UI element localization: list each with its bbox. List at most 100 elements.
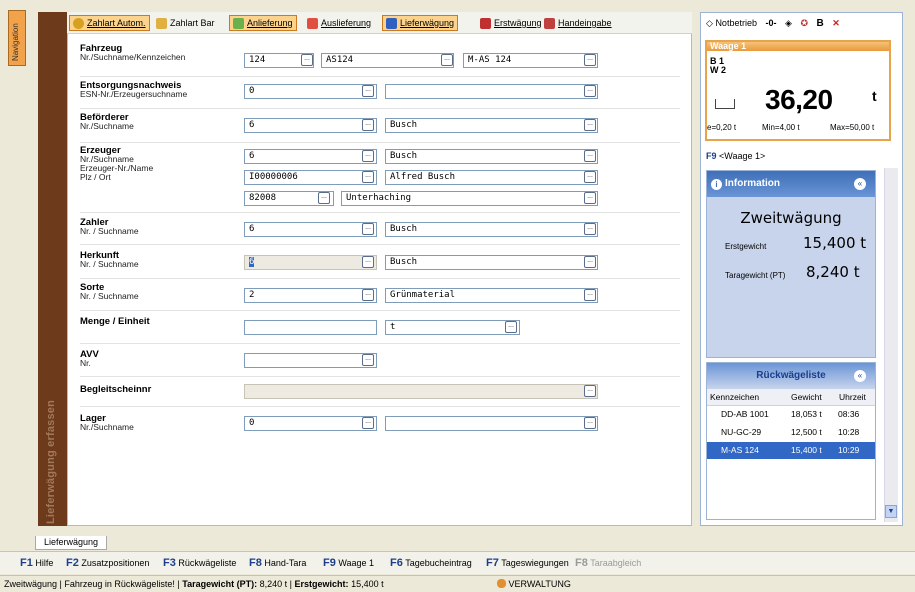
zahler-name-lookup-button[interactable]: ... [584, 223, 596, 235]
delivery-in-icon [233, 17, 244, 29]
lager-nr-lookup-button[interactable]: ... [362, 417, 374, 429]
lager-nr-field[interactable]: 0 [244, 416, 377, 431]
fahrzeug-nr-lookup-button[interactable]: ... [301, 54, 313, 66]
einheit-field[interactable]: t [385, 320, 520, 335]
divider [80, 212, 680, 213]
information-header[interactable]: Information [707, 171, 875, 197]
tare-icon[interactable]: ◈ [785, 18, 792, 28]
lieferwaegung-button[interactable]: Lieferwägung [382, 15, 459, 31]
sorte-name-field[interactable]: Grünmaterial [385, 288, 598, 303]
zahlart-autom-button[interactable]: Zahlart Autom. [69, 15, 150, 31]
erzeuger-erz-name-lookup-button[interactable]: ... [584, 171, 596, 183]
erzeuger-erz-nr-field[interactable]: I00000006 [244, 170, 377, 185]
f2-zusatzpositionen-button[interactable]: F2 Zusatzpositionen [66, 557, 149, 569]
navigation-label: Navigation [11, 23, 20, 61]
table-row[interactable]: M-AS 124 15,400 t 10:29 [707, 442, 875, 459]
befoerderer-label: Beförderer Nr./Suchname [80, 112, 134, 131]
divider [80, 406, 680, 407]
erzeuger-name-lookup-button[interactable]: ... [584, 150, 596, 162]
cancel-icon[interactable]: ✕ [832, 18, 840, 28]
f8-hand-tara-button[interactable]: F8 Hand-Tara [249, 557, 306, 569]
zero-icon[interactable]: -0- [765, 18, 776, 28]
stable-icon [715, 99, 735, 109]
zahlart-bar-button[interactable]: Zahlart Bar [153, 15, 218, 31]
anlieferung-button[interactable]: Anlieferung [229, 15, 297, 31]
status-user: VERWALTUNG [497, 579, 571, 589]
begleitschein-lookup-button[interactable]: ... [584, 385, 596, 397]
erzeuger-ort-field[interactable]: Unterhaching [341, 191, 598, 206]
handeingabe-button[interactable]: Handeingabe [541, 15, 615, 31]
auslieferung-button[interactable]: Auslieferung [304, 15, 374, 31]
erzeuger-label: Erzeuger Nr./Suchname Erzeuger-Nr./Name Plz… [80, 145, 154, 182]
tab-lieferwaegung[interactable]: Lieferwägung [35, 536, 107, 550]
befoerderer-name-field[interactable]: Busch [385, 118, 598, 133]
sorte-nr-lookup-button[interactable]: ... [362, 289, 374, 301]
right-panel-scrollbar[interactable] [884, 168, 898, 522]
herkunft-nr-field[interactable]: 6 [244, 255, 377, 270]
erstwaegung-button[interactable]: Erstwägung [477, 15, 545, 31]
side-title: Lieferwägung erfassen [45, 399, 57, 524]
herkunft-nr-lookup-button[interactable]: ... [362, 256, 374, 268]
fahrzeug-kennzeichen-field[interactable]: M-AS 124 [463, 53, 598, 68]
lager-name-field[interactable] [385, 416, 598, 431]
fahrzeug-suchname-lookup-button[interactable]: ... [441, 54, 453, 66]
fahrzeug-kennzeichen-lookup-button[interactable]: ... [584, 54, 596, 66]
begleitschein-field[interactable] [244, 384, 598, 399]
scale-max: Max=50,00 t [830, 123, 875, 132]
f3-rueckwaegeliste-button[interactable]: F3 Rückwägeliste [163, 557, 236, 569]
scale-icon [386, 17, 397, 29]
herkunft-name-field[interactable]: Busch [385, 255, 598, 270]
scale-bw-indicator: B 1W 2 [710, 56, 727, 75]
erzeuger-erz-name-field[interactable]: Alfred Busch [385, 170, 598, 185]
f9-waage1-button[interactable]: F9 Waage 1 [323, 557, 374, 569]
fahrzeug-label: Fahrzeug Nr./Suchname/Kennzeichen [80, 43, 186, 62]
avv-nr-field[interactable] [244, 353, 377, 368]
settings-icon[interactable]: ✪ [800, 18, 808, 28]
sorte-nr-field[interactable]: 2 [244, 288, 377, 303]
esn-name-field[interactable] [385, 84, 598, 99]
befoerderer-name-lookup-button[interactable]: ... [584, 119, 596, 131]
erzeuger-erz-nr-lookup-button[interactable]: ... [362, 171, 374, 183]
erzeuger-nr-lookup-button[interactable]: ... [362, 150, 374, 162]
status-bar: Zweitwägung | Fahrzeug in Rückwägeliste!… [0, 575, 915, 592]
scroll-down-button[interactable]: ▼ [885, 505, 897, 518]
befoerderer-nr-lookup-button[interactable]: ... [362, 119, 374, 131]
coins-icon [156, 17, 167, 29]
f7-tageswiegungen-button[interactable]: F7 Tageswiegungen [486, 557, 569, 569]
erzeuger-name-field[interactable]: Busch [385, 149, 598, 164]
scale-title: Waage 1 [707, 42, 889, 51]
f1-hilfe-button[interactable]: F1 Hilfe [20, 557, 53, 569]
collapse-icon[interactable]: « [854, 178, 866, 190]
esn-name-lookup-button[interactable]: ... [584, 85, 596, 97]
weight-value: 36,20 [765, 84, 833, 115]
zahler-nr-lookup-button[interactable]: ... [362, 223, 374, 235]
side-title-strip: Lieferwägung erfassen [38, 12, 67, 526]
einheit-lookup-button[interactable]: ... [505, 321, 517, 333]
table-row[interactable]: NU-GC-29 12,500 t 10:28 [707, 424, 875, 441]
navigation-tab[interactable]: Navigation [8, 10, 26, 66]
collapse-icon[interactable]: « [854, 370, 866, 382]
herkunft-name-lookup-button[interactable]: ... [584, 256, 596, 268]
erzeuger-ort-lookup-button[interactable]: ... [584, 192, 596, 204]
lager-name-lookup-button[interactable]: ... [584, 417, 596, 429]
erzeuger-plz-lookup-button[interactable]: ... [318, 192, 330, 204]
esn-nr-lookup-button[interactable]: ... [362, 85, 374, 97]
erzeuger-nr-field[interactable]: 6 [244, 149, 377, 164]
scale-control-bar: ◇ Notbetrieb -0- ◈ ✪ B ✕ [706, 18, 840, 33]
sorte-name-lookup-button[interactable]: ... [584, 289, 596, 301]
avv-nr-lookup-button[interactable]: ... [362, 354, 374, 366]
scale-select[interactable]: F9 <Waage 1> [706, 151, 765, 161]
zahler-nr-field[interactable]: 6 [244, 222, 377, 237]
notbetrieb-button[interactable]: ◇ Notbetrieb [706, 18, 757, 28]
fahrzeug-suchname-field[interactable]: AS124 [321, 53, 454, 68]
menge-field[interactable] [244, 320, 377, 335]
b-button[interactable]: B [817, 18, 824, 29]
rueckwaegeliste-header[interactable]: Rückwägeliste [707, 363, 875, 389]
esn-nr-field[interactable]: 0 [244, 84, 377, 99]
erstgewicht-value: 15,400 t [803, 234, 867, 252]
befoerderer-nr-field[interactable]: 6 [244, 118, 377, 133]
f6-tagebucheintrag-button[interactable]: F6 Tagebucheintrag [390, 557, 472, 569]
zahler-name-field[interactable]: Busch [385, 222, 598, 237]
table-row[interactable]: DD-AB 1001 18,053 t 08:36 [707, 406, 875, 423]
lager-label: Lager Nr./Suchname [80, 413, 134, 432]
